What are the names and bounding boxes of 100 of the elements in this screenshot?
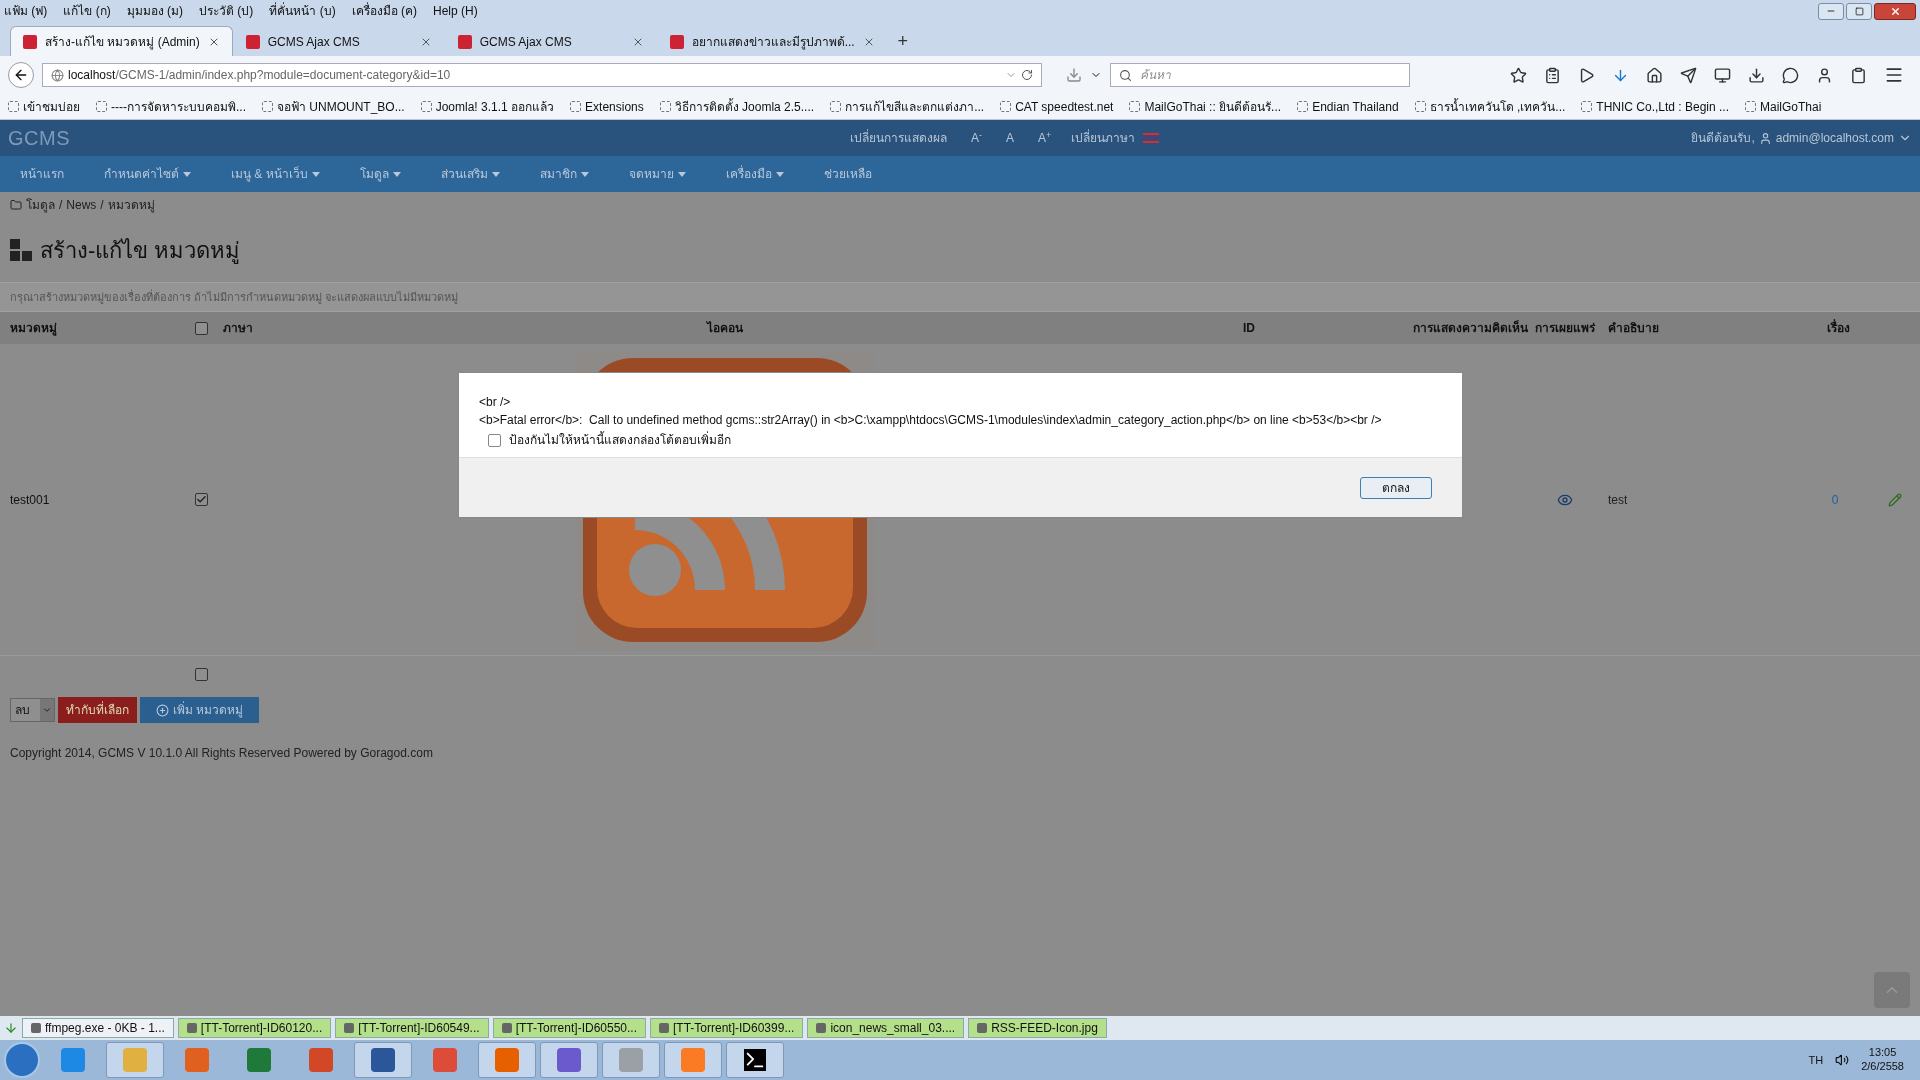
column-header: ภาษา — [222, 320, 254, 337]
download-item[interactable]: [TT-Torrent]-ID60120... — [177, 1018, 332, 1038]
suppress-checkbox[interactable] — [488, 433, 501, 447]
download-item[interactable]: ffmpeg.exe - 0KB - 1... — [22, 1018, 174, 1038]
ok-button[interactable]: ตกลง — [1360, 476, 1432, 499]
user-link[interactable]: admin@localhost.com — [1775, 129, 1894, 147]
home-icon — [1646, 66, 1663, 84]
browser-tab[interactable]: สร้าง-แก้ไข หมวดหมู่ (Admin) — [10, 26, 233, 56]
bookmark-item[interactable]: ธารน้ำเทควันโด ,เทควัน... — [1414, 97, 1566, 116]
address-field[interactable]: localhost/GCMS-1/admin/index.php?module=document-category&id=10 — [42, 63, 1042, 87]
bookmark-item[interactable]: CAT speedtest.net — [1000, 97, 1114, 116]
bookmark-item[interactable]: Endian Thailand — [1297, 97, 1399, 116]
suppress-label[interactable]: ป้องกันไม่ให้หน้านี้แสดงกล่องโต้ตอบเพิ่มอีก — [509, 431, 731, 449]
nav-item[interactable]: เมนู & หน้าเว็บ — [231, 165, 320, 183]
bookmark-item[interactable]: วิธีการติดตั้ง Joomla 2.5.... — [659, 97, 815, 116]
back-button[interactable] — [8, 62, 34, 88]
start-button[interactable] — [4, 1042, 40, 1078]
bookmark-item[interactable]: จอฟ้า UNMOUNT_BO... — [262, 97, 405, 116]
select-all-checkbox[interactable] — [195, 321, 208, 335]
row-checkbox[interactable] — [195, 493, 208, 506]
menu-item[interactable]: มุมมอง (ม) — [126, 2, 183, 20]
breadcrumb-separator: / — [59, 197, 63, 214]
nav-item[interactable]: ส่วนเสริม — [440, 165, 500, 183]
action-select[interactable]: ลบ — [10, 698, 55, 722]
category-description: test — [1607, 491, 1629, 509]
download-icon — [1066, 67, 1082, 83]
welcome-text: ยินดีต้อนรับ, — [1691, 130, 1755, 147]
nav-item[interactable]: สมาชิก — [539, 165, 589, 183]
column-header: เรื่อง — [1825, 319, 1851, 337]
clock-time[interactable]: 13:05 — [1868, 1046, 1897, 1060]
clock-date[interactable]: 2/6/2558 — [1861, 1060, 1904, 1074]
close-button[interactable] — [1874, 2, 1916, 20]
bookmark-item[interactable]: MailGoThai — [1745, 97, 1822, 116]
tab-title: สร้าง-แก้ไข หมวดหมู่ (Admin) — [45, 33, 200, 51]
language-indicator[interactable]: TH — [1808, 1051, 1824, 1069]
caret-icon — [491, 171, 500, 177]
font-size-button[interactable]: A$^{+}$ — [1038, 129, 1052, 147]
page-title: สร้าง-แก้ไข หมวดหมู่ — [40, 236, 241, 266]
apply-selected-button[interactable]: ทำกับที่เลือก — [58, 697, 137, 723]
menu-item[interactable]: แก้ไข (ก) — [63, 2, 111, 20]
download-item[interactable]: [TT-Torrent]-ID60550... — [492, 1018, 646, 1038]
download-box-icon — [1748, 66, 1765, 84]
column-header: การแสดงความคิดเห็น — [1412, 319, 1529, 337]
flag-icon[interactable] — [1143, 133, 1160, 143]
close-icon — [1889, 5, 1901, 17]
tab-title: GCMS Ajax CMS — [267, 33, 361, 51]
bookmark-item[interactable]: Extensions — [570, 97, 644, 116]
nav-item[interactable]: โมดูล — [359, 165, 401, 183]
download-item[interactable]: [TT-Torrent]-ID60399... — [650, 1018, 804, 1038]
menu-icon — [1884, 65, 1904, 85]
download-item[interactable]: [TT-Torrent]-ID60549... — [335, 1018, 489, 1038]
url-text: localhost/GCMS-1/admin/index.php?module=document-category&id=10 — [68, 67, 451, 84]
download-item[interactable]: RSS-FEED-Icon.jpg — [968, 1018, 1107, 1038]
bookmark-item[interactable]: MailGoThai :: ยินดีต้อนรั... — [1129, 97, 1282, 116]
new-tab-button[interactable]: + — [887, 26, 918, 56]
menu-item[interactable]: ประวัติ (ป) — [199, 2, 254, 20]
nav-item[interactable]: เครื่องมือ — [725, 165, 784, 183]
send-icon — [1680, 66, 1697, 84]
restore-icon — [1854, 6, 1864, 16]
caret-icon — [183, 171, 191, 177]
breadcrumb-separator: / — [100, 197, 104, 214]
column-header: คำอธิบาย — [1607, 320, 1660, 337]
add-category-button[interactable]: เพิ่ม หมวดหมู่ — [140, 697, 260, 723]
bookmark-item[interactable]: THNIC Co.,Ltd : Begin ... — [1581, 97, 1730, 116]
terminal-icon — [744, 1049, 766, 1071]
bookmark-item[interactable]: ----การจัดหาระบบคอมพิ... — [96, 97, 246, 116]
nav-item[interactable]: จดหมาย — [628, 165, 686, 183]
site-icon — [23, 34, 37, 49]
column-header: หมวดหมู่ — [9, 320, 58, 337]
menu-item[interactable]: เครื่องมือ (ค) — [351, 2, 417, 20]
bookmark-item[interactable]: เข้าชมบ่อย — [8, 97, 80, 116]
download-item[interactable]: icon_news_small_03.... — [807, 1018, 965, 1038]
hint-text: กรุณาสร้างหมวดหมู่ของเรื่องที่ต้องการ ถ้าไม่มีการกำหนดหมวดหมู่ จะแสดงผลแบบไม่มีหมวดหมู่ — [10, 288, 459, 306]
bookmark-item[interactable]: การแก้ไขสีและตกแต่งภา... — [830, 97, 985, 116]
tab-title: อยากแสดงข่าวและมีรูปภาพด้... — [691, 33, 855, 51]
nav-item[interactable]: กำหนดค่าไซต์ — [104, 165, 191, 183]
bookmark-item[interactable]: Joomla! 3.1.1 ออกแล้ว — [420, 97, 555, 116]
minimize-button[interactable] — [1818, 2, 1844, 20]
breadcrumb-link[interactable]: News — [66, 196, 97, 214]
menu-item[interactable]: Help (H) — [432, 2, 478, 20]
globe-icon — [51, 68, 64, 82]
search-input[interactable]: ค้นหา — [1140, 66, 1401, 84]
font-size-button[interactable]: A$^{-}$ — [971, 129, 982, 147]
language-label[interactable]: เปลี่ยนภาษา — [1071, 129, 1136, 147]
restore-button[interactable] — [1846, 2, 1872, 20]
caret-icon — [775, 171, 784, 177]
menu-item[interactable]: แฟ้ม (ฟ) — [4, 2, 48, 20]
select-all-checkbox[interactable] — [195, 667, 208, 681]
nav-item[interactable]: ช่วยเหลือ — [823, 165, 872, 183]
taskbar-app-icon[interactable] — [726, 1042, 784, 1078]
search-field[interactable]: ค้นหา — [1110, 63, 1410, 87]
reload-icon — [1021, 69, 1033, 81]
screen-icon — [1714, 66, 1731, 84]
breadcrumb-link[interactable]: โมดูล — [26, 196, 55, 214]
site-icon — [669, 34, 684, 49]
nav-item[interactable]: หน้าแรก — [20, 165, 64, 183]
menu-item[interactable]: ที่คั่นหน้า (บ) — [269, 2, 336, 20]
display-label: เปลี่ยนการแสดงผล — [850, 129, 947, 147]
breadcrumb-link[interactable]: หมวดหมู่ — [107, 196, 155, 214]
font-size-button[interactable]: A — [1006, 129, 1015, 147]
